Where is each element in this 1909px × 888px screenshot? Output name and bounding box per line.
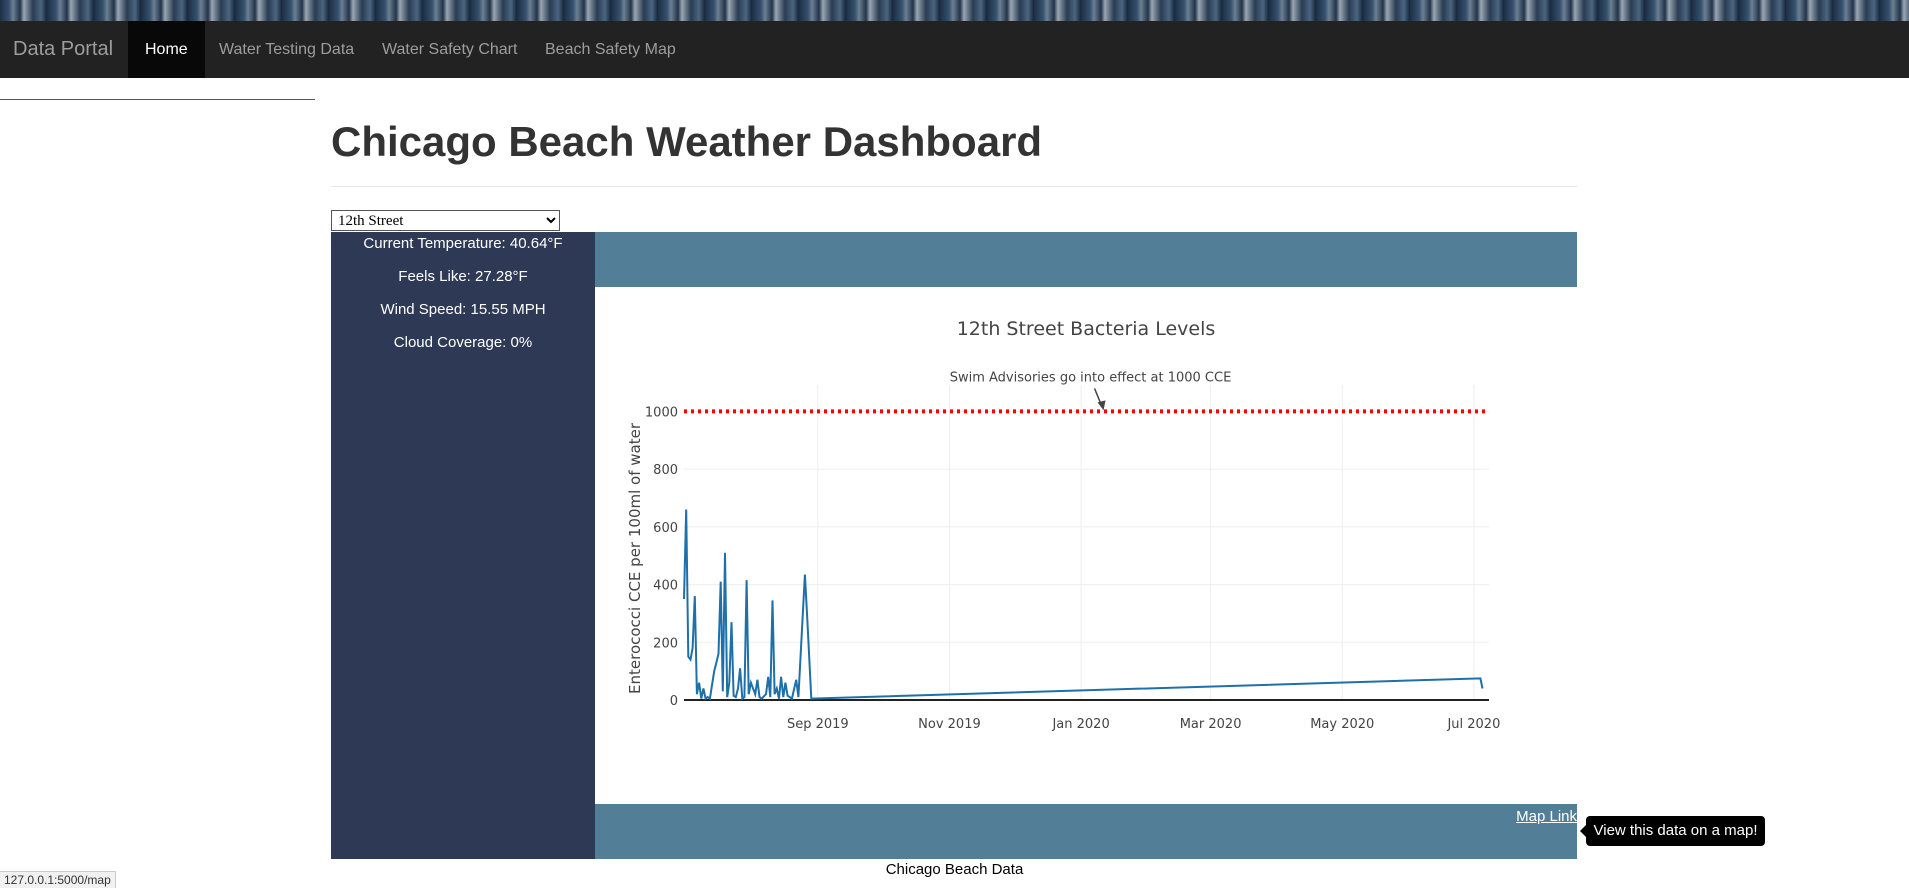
nav-water-safety-chart[interactable]: Water Safety Chart	[365, 21, 534, 78]
beach-select[interactable]: 12th Street	[331, 210, 560, 231]
threshold-annotation: Swim Advisories go into effect at 1000 C…	[950, 370, 1232, 385]
feels-like: Feels Like: 27.28°F	[398, 268, 528, 285]
chart-y-axis-label: Enterococci CCE per 100ml of water	[626, 422, 644, 694]
x-tick-label: Jan 2020	[1051, 717, 1109, 732]
weather-panel: Current Temperature: 40.64°F Feels Like:…	[331, 232, 595, 859]
wind-speed: Wind Speed: 15.55 MPH	[380, 301, 546, 318]
y-tick-label: 600	[653, 521, 678, 536]
chart-tick-labels: 0 200 400 600 800 1000 Sep 2019 Nov 2019 Jan 202…	[645, 405, 1500, 732]
y-tick-label: 800	[653, 463, 678, 478]
current-temperature: Current Temperature: 40.64°F	[363, 235, 563, 252]
x-tick-label: Nov 2019	[918, 717, 981, 732]
series-line	[683, 509, 1484, 701]
title-divider	[331, 186, 1577, 187]
x-tick-label: Mar 2020	[1180, 717, 1242, 732]
chart-grid	[684, 385, 1489, 701]
y-tick-label: 400	[653, 579, 678, 594]
x-tick-label: May 2020	[1310, 717, 1374, 732]
chart-container: 12th Street Bacteria Levels Enterococci …	[595, 287, 1577, 804]
x-tick-label: Sep 2019	[787, 717, 849, 732]
map-link-tooltip: View this data on a map!	[1586, 816, 1765, 846]
nav-water-testing-data[interactable]: Water Testing Data	[202, 21, 371, 78]
cloud-coverage: Cloud Coverage: 0%	[393, 334, 533, 351]
divider	[0, 99, 315, 100]
y-tick-label: 200	[653, 636, 678, 651]
nav-beach-safety-map[interactable]: Beach Safety Map	[528, 21, 693, 78]
annotation-arrow-icon	[1093, 388, 1106, 411]
page-footer: Chicago Beach Data	[885, 861, 1024, 878]
navbar: Data Portal Home Water Testing Data Wate…	[0, 21, 1909, 78]
x-tick-label: Jul 2020	[1446, 717, 1500, 732]
map-link[interactable]: Map Link	[1516, 808, 1577, 825]
brand-link[interactable]: Data Portal	[13, 21, 113, 78]
y-tick-label: 1000	[645, 405, 678, 420]
header-banner-image	[0, 0, 1909, 21]
y-tick-label: 0	[670, 694, 678, 709]
chart-title: 12th Street Bacteria Levels	[957, 318, 1216, 340]
annotation-arrow-head	[1097, 400, 1106, 411]
nav-home[interactable]: Home	[128, 21, 205, 78]
chart-header-band	[595, 232, 1577, 287]
chart-footer-band: Map Link	[595, 804, 1577, 859]
status-bar-url: 127.0.0.1:5000/map	[0, 871, 116, 888]
page-title: Chicago Beach Weather Dashboard	[331, 118, 1043, 165]
bacteria-chart[interactable]: 12th Street Bacteria Levels Enterococci …	[595, 287, 1577, 804]
